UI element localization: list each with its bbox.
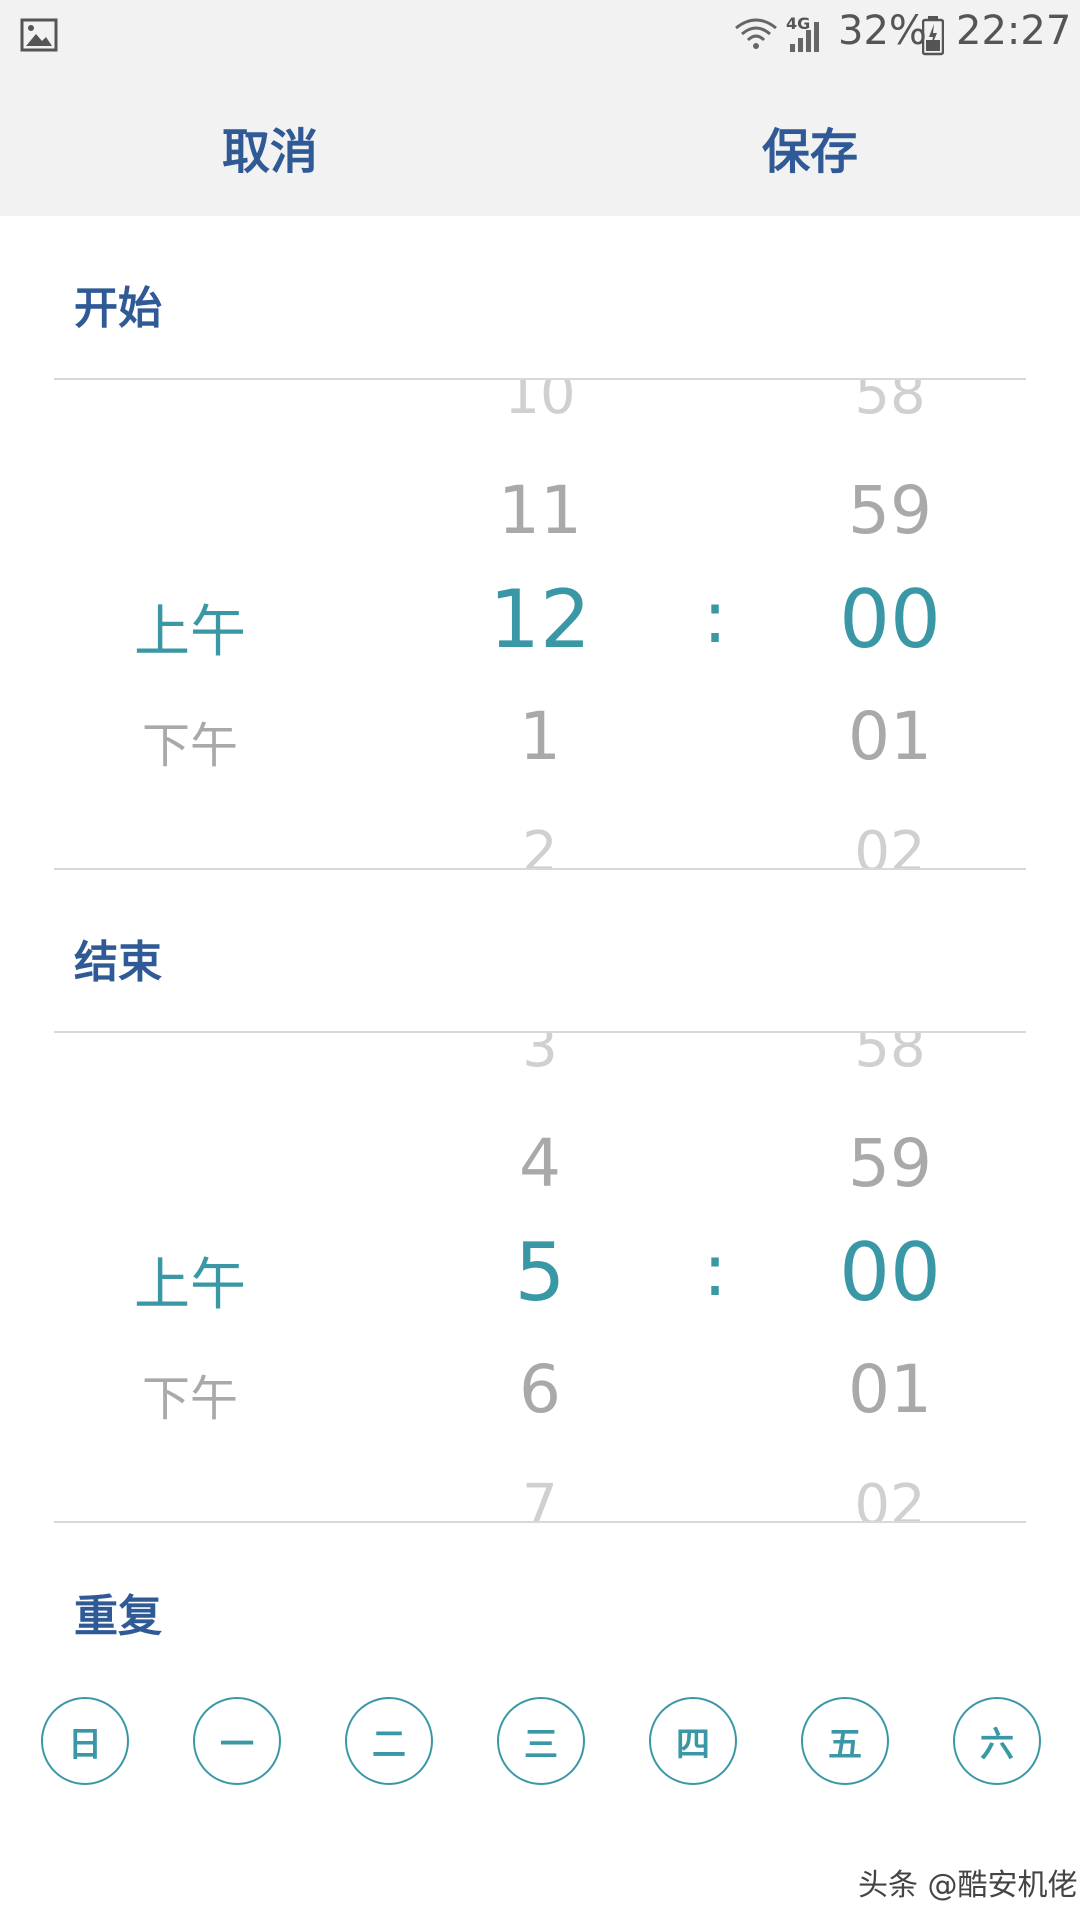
weekday-thursday[interactable]: 四 <box>649 1697 737 1785</box>
start-minute-selected[interactable]: 00 <box>790 573 990 666</box>
start-hour-option[interactable]: 11 <box>440 472 640 549</box>
end-hour-option[interactable]: 4 <box>440 1125 640 1202</box>
start-ampm-option[interactable]: 下午 <box>80 706 300 776</box>
time-separator: : <box>702 575 728 659</box>
end-hour-selected[interactable]: 5 <box>440 1226 640 1319</box>
start-minute-option[interactable]: 58 <box>790 380 990 427</box>
start-time-picker[interactable]: 上午 下午 10 11 12 1 2 : 58 59 00 01 02 <box>0 380 1080 868</box>
start-hour-option[interactable]: 2 <box>440 820 640 868</box>
start-minute-option[interactable]: 59 <box>790 472 990 549</box>
start-minute-option[interactable]: 01 <box>790 698 990 775</box>
clock: 22:27 <box>956 8 1072 54</box>
end-minute-option[interactable]: 58 <box>790 1033 990 1080</box>
end-ampm-option[interactable]: 下午 <box>80 1359 300 1429</box>
end-minute-selected[interactable]: 00 <box>790 1226 990 1319</box>
end-ampm-selected[interactable]: 上午 <box>80 1240 300 1321</box>
weekday-monday[interactable]: 一 <box>193 1697 281 1785</box>
weekday-wednesday[interactable]: 三 <box>497 1697 585 1785</box>
weekday-friday[interactable]: 五 <box>801 1697 889 1785</box>
end-minute-option[interactable]: 59 <box>790 1125 990 1202</box>
start-hour-option[interactable]: 10 <box>440 380 640 427</box>
start-hour-option[interactable]: 1 <box>440 698 640 775</box>
save-button[interactable]: 保存 <box>660 78 960 216</box>
end-section-title: 结束 <box>74 937 162 988</box>
end-minute-option[interactable]: 02 <box>790 1473 990 1521</box>
battery-percentage: 32% <box>838 8 927 54</box>
end-minute-option[interactable]: 01 <box>790 1351 990 1428</box>
start-ampm-selected[interactable]: 上午 <box>80 587 300 668</box>
weekday-sunday[interactable]: 日 <box>41 1697 129 1785</box>
battery-icon <box>922 16 944 56</box>
weekday-saturday[interactable]: 六 <box>953 1697 1041 1785</box>
end-hour-option[interactable]: 6 <box>440 1351 640 1428</box>
wifi-icon <box>735 18 777 49</box>
cancel-button[interactable]: 取消 <box>120 78 420 216</box>
divider <box>54 1521 1026 1523</box>
divider <box>54 868 1026 870</box>
end-hour-option[interactable]: 3 <box>440 1033 640 1080</box>
time-separator: : <box>702 1228 728 1312</box>
signal-icon <box>790 22 819 52</box>
end-time-picker[interactable]: 上午 下午 3 4 5 6 7 : 58 59 00 01 02 <box>0 1033 1080 1521</box>
start-hour-selected[interactable]: 12 <box>440 573 640 666</box>
end-hour-option[interactable]: 7 <box>440 1473 640 1521</box>
watermark: 头条 @酷安机佬 <box>858 1868 1078 1903</box>
start-minute-option[interactable]: 02 <box>790 820 990 868</box>
repeat-section-title: 重复 <box>74 1591 162 1642</box>
weekday-tuesday[interactable]: 二 <box>345 1697 433 1785</box>
start-section-title: 开始 <box>74 283 162 334</box>
gallery-icon <box>20 18 58 52</box>
